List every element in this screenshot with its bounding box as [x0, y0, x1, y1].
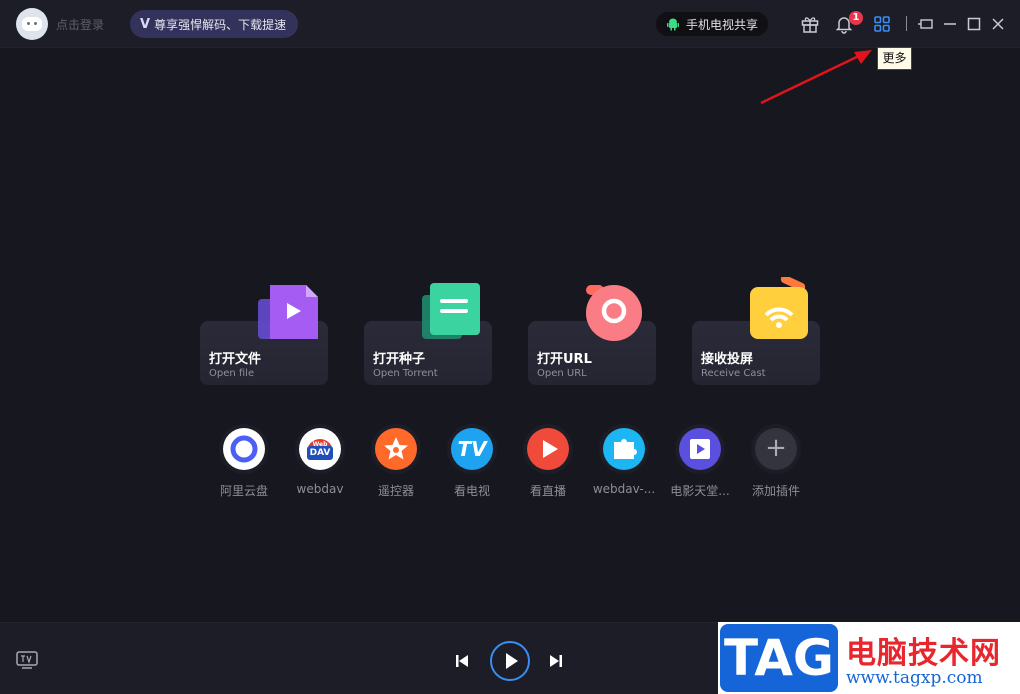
add-plugin-icon: + — [755, 428, 797, 470]
plugin-label: 看直播 — [529, 484, 566, 498]
aliyun-glyph — [230, 435, 258, 463]
card-subtitle: Receive Cast — [701, 368, 766, 379]
card-title: 打开文件 — [209, 352, 262, 367]
notification-badge: 1 — [849, 11, 863, 25]
plugin-aliyun[interactable]: 阿里云盘 — [204, 428, 284, 499]
more-tooltip: 更多 — [877, 47, 912, 70]
play-icon — [506, 653, 518, 669]
card-title: 打开种子 — [373, 352, 426, 367]
card-subtitle: Open Torrent — [373, 368, 438, 379]
puzzle-glyph — [614, 439, 637, 459]
tv-share-button[interactable]: 手机电视共享 — [656, 12, 768, 36]
plugin-webdav[interactable]: Web DAV webdav — [280, 428, 360, 496]
watermark-url: www.tagxp.com — [846, 668, 983, 688]
next-icon[interactable] — [548, 653, 564, 669]
vip-icon: V — [140, 16, 151, 32]
vip-banner-text: 尊享强悍解码、下载提速 — [154, 17, 287, 32]
plugin-movie-heaven[interactable]: 电影天堂... — [660, 428, 740, 499]
movie-glyph — [690, 439, 710, 459]
plugin-webdav-2[interactable]: webdav-... — [584, 428, 664, 496]
tv-share-label: 手机电视共享 — [686, 17, 759, 32]
title-bar: 点击登录 V 尊享强悍解码、下载提速 手机电视共享 1 — [0, 0, 1020, 48]
tv-icon: TV — [451, 428, 493, 470]
plugin-label: 添加插件 — [751, 484, 800, 498]
watermark-logo: TAG — [720, 624, 838, 692]
plugin-label: 阿里云盘 — [219, 484, 268, 498]
plugin-add[interactable]: + 添加插件 — [736, 428, 816, 499]
mini-mode-icon[interactable] — [916, 14, 936, 34]
plugin-label: webdav — [296, 482, 344, 496]
avatar-face — [22, 17, 42, 31]
play-glyph — [543, 440, 558, 458]
watermark: TAG 电脑技术网 www.tagxp.com — [718, 622, 1020, 694]
annotation-arrow — [760, 50, 872, 105]
remote-icon — [375, 428, 417, 470]
card-title: 打开URL — [537, 352, 592, 367]
tv-mode-icon[interactable] — [16, 651, 38, 669]
vip-banner[interactable]: V 尊享强悍解码、下载提速 — [130, 10, 298, 38]
plugin-label: 看电视 — [453, 484, 490, 498]
webdav-badge-bottom: DAV — [309, 448, 331, 458]
plugin-live[interactable]: 看直播 — [508, 428, 588, 499]
plus-glyph: + — [765, 433, 787, 463]
plugin-label: webdav-... — [592, 482, 656, 496]
avatar-eye — [34, 22, 37, 25]
gift-icon[interactable] — [800, 14, 820, 34]
titlebar-separator — [906, 16, 907, 31]
webdav-badge-top: Web — [312, 441, 328, 448]
avatar[interactable] — [16, 8, 48, 40]
live-icon — [527, 428, 569, 470]
plugin-label: 遥控器 — [377, 484, 414, 498]
previous-icon[interactable] — [454, 653, 470, 669]
plugin-remote[interactable]: 遥控器 — [356, 428, 436, 499]
cast-icon — [750, 277, 808, 339]
webdav-icon: Web DAV — [299, 428, 341, 470]
puzzle-icon — [603, 428, 645, 470]
star-glyph — [384, 437, 408, 460]
plugin-label: 电影天堂... — [670, 484, 730, 498]
login-link[interactable]: 点击登录 — [56, 16, 104, 33]
card-title: 接收投屏 — [701, 352, 754, 367]
url-icon — [586, 285, 642, 341]
card-subtitle: Open URL — [537, 368, 587, 379]
play-button[interactable] — [490, 641, 530, 681]
grid-more-icon[interactable] — [872, 14, 892, 34]
aliyun-icon — [223, 428, 265, 470]
card-subtitle: Open file — [209, 368, 255, 379]
avatar-eye — [27, 22, 30, 25]
file-play-icon — [258, 285, 318, 339]
movie-icon — [679, 428, 721, 470]
tv-glyph: TV — [457, 437, 487, 461]
maximize-icon[interactable] — [964, 14, 984, 34]
torrent-icon — [422, 283, 480, 339]
close-icon[interactable] — [988, 14, 1008, 34]
minimize-icon[interactable] — [940, 14, 960, 34]
plugin-tv[interactable]: TV 看电视 — [432, 428, 512, 499]
player-window: 点击登录 V 尊享强悍解码、下载提速 手机电视共享 1 更多 打开文件 Open… — [0, 0, 1020, 694]
watermark-site-name: 电脑技术网 — [846, 636, 1001, 671]
android-icon — [667, 18, 679, 31]
